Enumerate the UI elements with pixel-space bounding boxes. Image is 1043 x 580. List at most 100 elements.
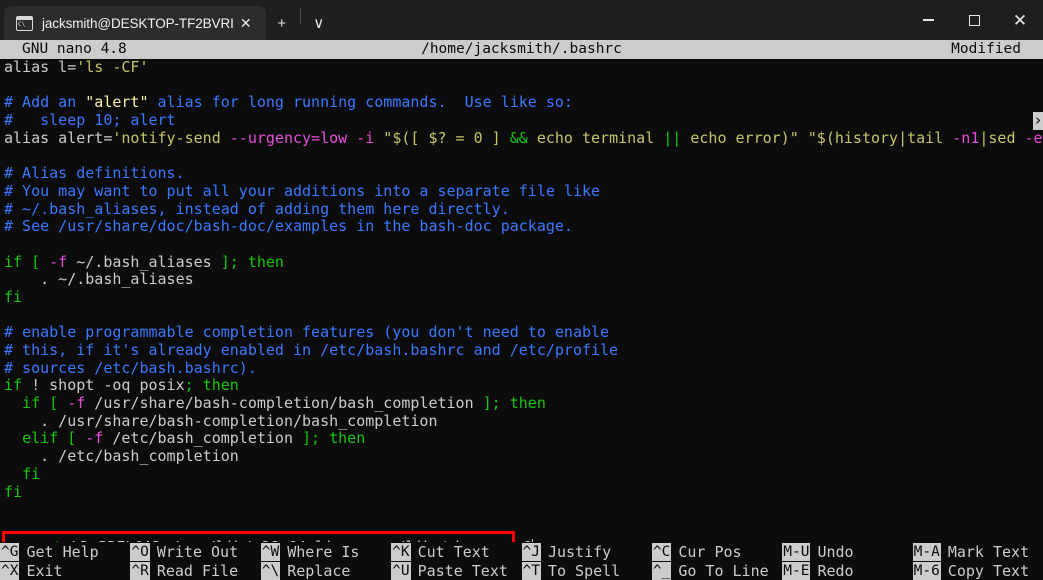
- shortcut-column: ^J Justify ^T To Spell: [521, 542, 652, 580]
- window-title-bar: jacksmith@DESKTOP-TF2BVRI ✕ + ∨ ✕: [0, 0, 1043, 40]
- shortcut-item[interactable]: ^T To Spell: [521, 561, 652, 580]
- code-line[interactable]: # enable programmable completion feature…: [0, 324, 1043, 342]
- code-line[interactable]: fi: [0, 289, 1043, 307]
- code-token: [: [40, 395, 68, 413]
- code-line[interactable]: # ~/.bash_aliases, instead of adding the…: [0, 201, 1043, 219]
- code-line[interactable]: fi: [0, 484, 1043, 502]
- code-line[interactable]: [0, 236, 1043, 254]
- shortcut-label: Cur Pos: [678, 542, 742, 561]
- shortcut-item[interactable]: ^G Get Help: [0, 542, 130, 561]
- shortcut-column: ^K Cut Text ^U Paste Text: [391, 542, 521, 580]
- code-token: echo terminal: [527, 129, 664, 147]
- code-token: . ~/.bash_aliases: [4, 271, 194, 289]
- shortcut-item[interactable]: M-6 Copy Text: [912, 561, 1043, 580]
- code-line[interactable]: [0, 77, 1043, 95]
- shortcut-key: ^J: [521, 542, 541, 561]
- code-token: . /etc/bash_completion: [4, 448, 239, 466]
- terminal-tab[interactable]: jacksmith@DESKTOP-TF2BVRI ✕: [4, 6, 266, 40]
- code-token: echo error)" "$(history|tail: [681, 129, 953, 147]
- code-line[interactable]: if [ -f /usr/share/bash-completion/bash_…: [0, 395, 1043, 413]
- shortcut-item[interactable]: M-A Mark Text: [912, 542, 1043, 561]
- code-line[interactable]: . /etc/bash_completion: [0, 448, 1043, 466]
- code-token: /usr/share/bash-completion/bash_completi…: [85, 395, 483, 413]
- shortcut-item[interactable]: ^O Write Out: [130, 542, 260, 561]
- code-line[interactable]: # sleep 10; alert: [0, 112, 1043, 130]
- shortcut-column: ^C Cur Pos ^_ Go To Line: [651, 542, 782, 580]
- code-line[interactable]: # You may want to put all your additions…: [0, 183, 1043, 201]
- shortcut-item[interactable]: ^C Cur Pos: [651, 542, 782, 561]
- shortcut-key: ^G: [0, 542, 20, 561]
- shortcut-item[interactable]: ^\ Replace: [260, 561, 391, 580]
- new-tab-button[interactable]: +: [266, 6, 298, 40]
- shortcut-item[interactable]: M-U Undo: [782, 542, 912, 561]
- shortcut-item[interactable]: ^U Paste Text: [391, 561, 521, 580]
- close-icon[interactable]: ✕: [234, 11, 258, 35]
- code-token: -n1: [952, 129, 980, 147]
- code-line[interactable]: # sources /etc/bash.bashrc).: [0, 360, 1043, 378]
- code-token: # sleep 10; alert: [4, 112, 176, 130]
- nano-editor[interactable]: GNU nano 4.8 /home/jacksmith/.bashrc Mod…: [0, 40, 1043, 580]
- shortcut-key: ^X: [0, 561, 20, 580]
- code-token: # this, if it's already enabled in /etc/…: [4, 342, 619, 359]
- code-line[interactable]: alias l='ls -CF': [0, 59, 1043, 77]
- code-line[interactable]: . ~/.bash_aliases: [0, 271, 1043, 289]
- code-line[interactable]: [0, 307, 1043, 325]
- code-token: elif: [22, 430, 59, 448]
- code-token: if: [4, 377, 23, 395]
- code-token: # You may want to put all your additions…: [4, 182, 601, 200]
- shortcut-item[interactable]: ^W Where Is: [260, 542, 391, 561]
- code-token: ~/.bash_aliases: [67, 253, 221, 271]
- shortcut-label: Cut Text: [417, 542, 490, 561]
- shortcut-column: M-U Undo M-E Redo: [782, 542, 912, 580]
- code-line[interactable]: [0, 147, 1043, 165]
- code-line[interactable]: # Alias definitions.: [0, 165, 1043, 183]
- code-token: |sed: [979, 129, 1025, 147]
- shortcut-item[interactable]: ^J Justify: [521, 542, 652, 561]
- code-token: # See /usr/share/doc/bash-doc/examples i…: [4, 218, 573, 236]
- code-token: fi: [22, 465, 41, 483]
- shortcut-label: Write Out: [156, 542, 239, 561]
- shortcut-key: ^\: [260, 561, 281, 580]
- tab-title: jacksmith@DESKTOP-TF2BVRI: [42, 15, 234, 31]
- shortcut-item[interactable]: ^K Cut Text: [391, 542, 521, 561]
- code-line[interactable]: if [ -f ~/.bash_aliases ]; then: [0, 254, 1043, 272]
- code-token: . /usr/share/bash-completion/bash_comple…: [4, 412, 438, 430]
- shortcut-item[interactable]: ^X Exit: [0, 561, 130, 580]
- code-token: then: [509, 395, 546, 413]
- code-line[interactable]: . /usr/share/bash-completion/bash_comple…: [0, 413, 1043, 431]
- window-controls: ✕: [905, 0, 1043, 40]
- shortcut-label: Go To Line: [678, 561, 769, 580]
- code-token: [: [22, 253, 50, 271]
- code-line[interactable]: if ! shopt -oq posix; then: [0, 377, 1043, 395]
- maximize-button[interactable]: [951, 0, 997, 40]
- code-line[interactable]: # this, if it's already enabled in /etc/…: [0, 342, 1043, 360]
- code-token: "$([ $? = 0 ]: [374, 129, 510, 147]
- code-line[interactable]: fi: [0, 466, 1043, 484]
- shortcut-item[interactable]: ^R Read File: [130, 561, 260, 580]
- shortcut-label: Get Help: [26, 542, 99, 561]
- minimize-button[interactable]: [905, 0, 951, 40]
- code-token: # sources /etc/bash.bashrc).: [4, 359, 257, 377]
- shortcut-item[interactable]: M-E Redo: [782, 561, 912, 580]
- code-token: -f: [67, 395, 86, 413]
- shortcut-key: M-E: [782, 561, 811, 580]
- shortcut-column: M-A Mark Text M-6 Copy Text: [912, 542, 1043, 580]
- code-token: -f: [49, 253, 68, 271]
- shortcut-item[interactable]: ^_ Go To Line: [651, 561, 782, 580]
- tab-strip: jacksmith@DESKTOP-TF2BVRI ✕ + ∨: [0, 0, 335, 40]
- code-line[interactable]: alias alert='notify-send --urgency=low -…: [0, 130, 1043, 148]
- code-line[interactable]: # See /usr/share/doc/bash-doc/examples i…: [0, 218, 1043, 236]
- text-buffer[interactable]: alias l='ls -CF' # Add an "alert" alias …: [0, 59, 1043, 542]
- shortcut-key: ^R: [130, 561, 150, 580]
- line-continuation-marker: ›: [1033, 111, 1043, 130]
- code-token: -e: [1024, 129, 1043, 147]
- code-line[interactable]: elif [ -f /etc/bash_completion ]; then: [0, 430, 1043, 448]
- code-line[interactable]: # Add an "alert" alias for long running …: [0, 94, 1043, 112]
- shortcut-label: Replace: [287, 561, 351, 580]
- chevron-down-icon[interactable]: ∨: [303, 6, 335, 40]
- code-token: fi: [4, 483, 23, 501]
- window-close-button[interactable]: ✕: [997, 0, 1043, 40]
- code-token: # Add an: [4, 94, 86, 112]
- code-token: ! shopt -oq posix: [22, 377, 185, 395]
